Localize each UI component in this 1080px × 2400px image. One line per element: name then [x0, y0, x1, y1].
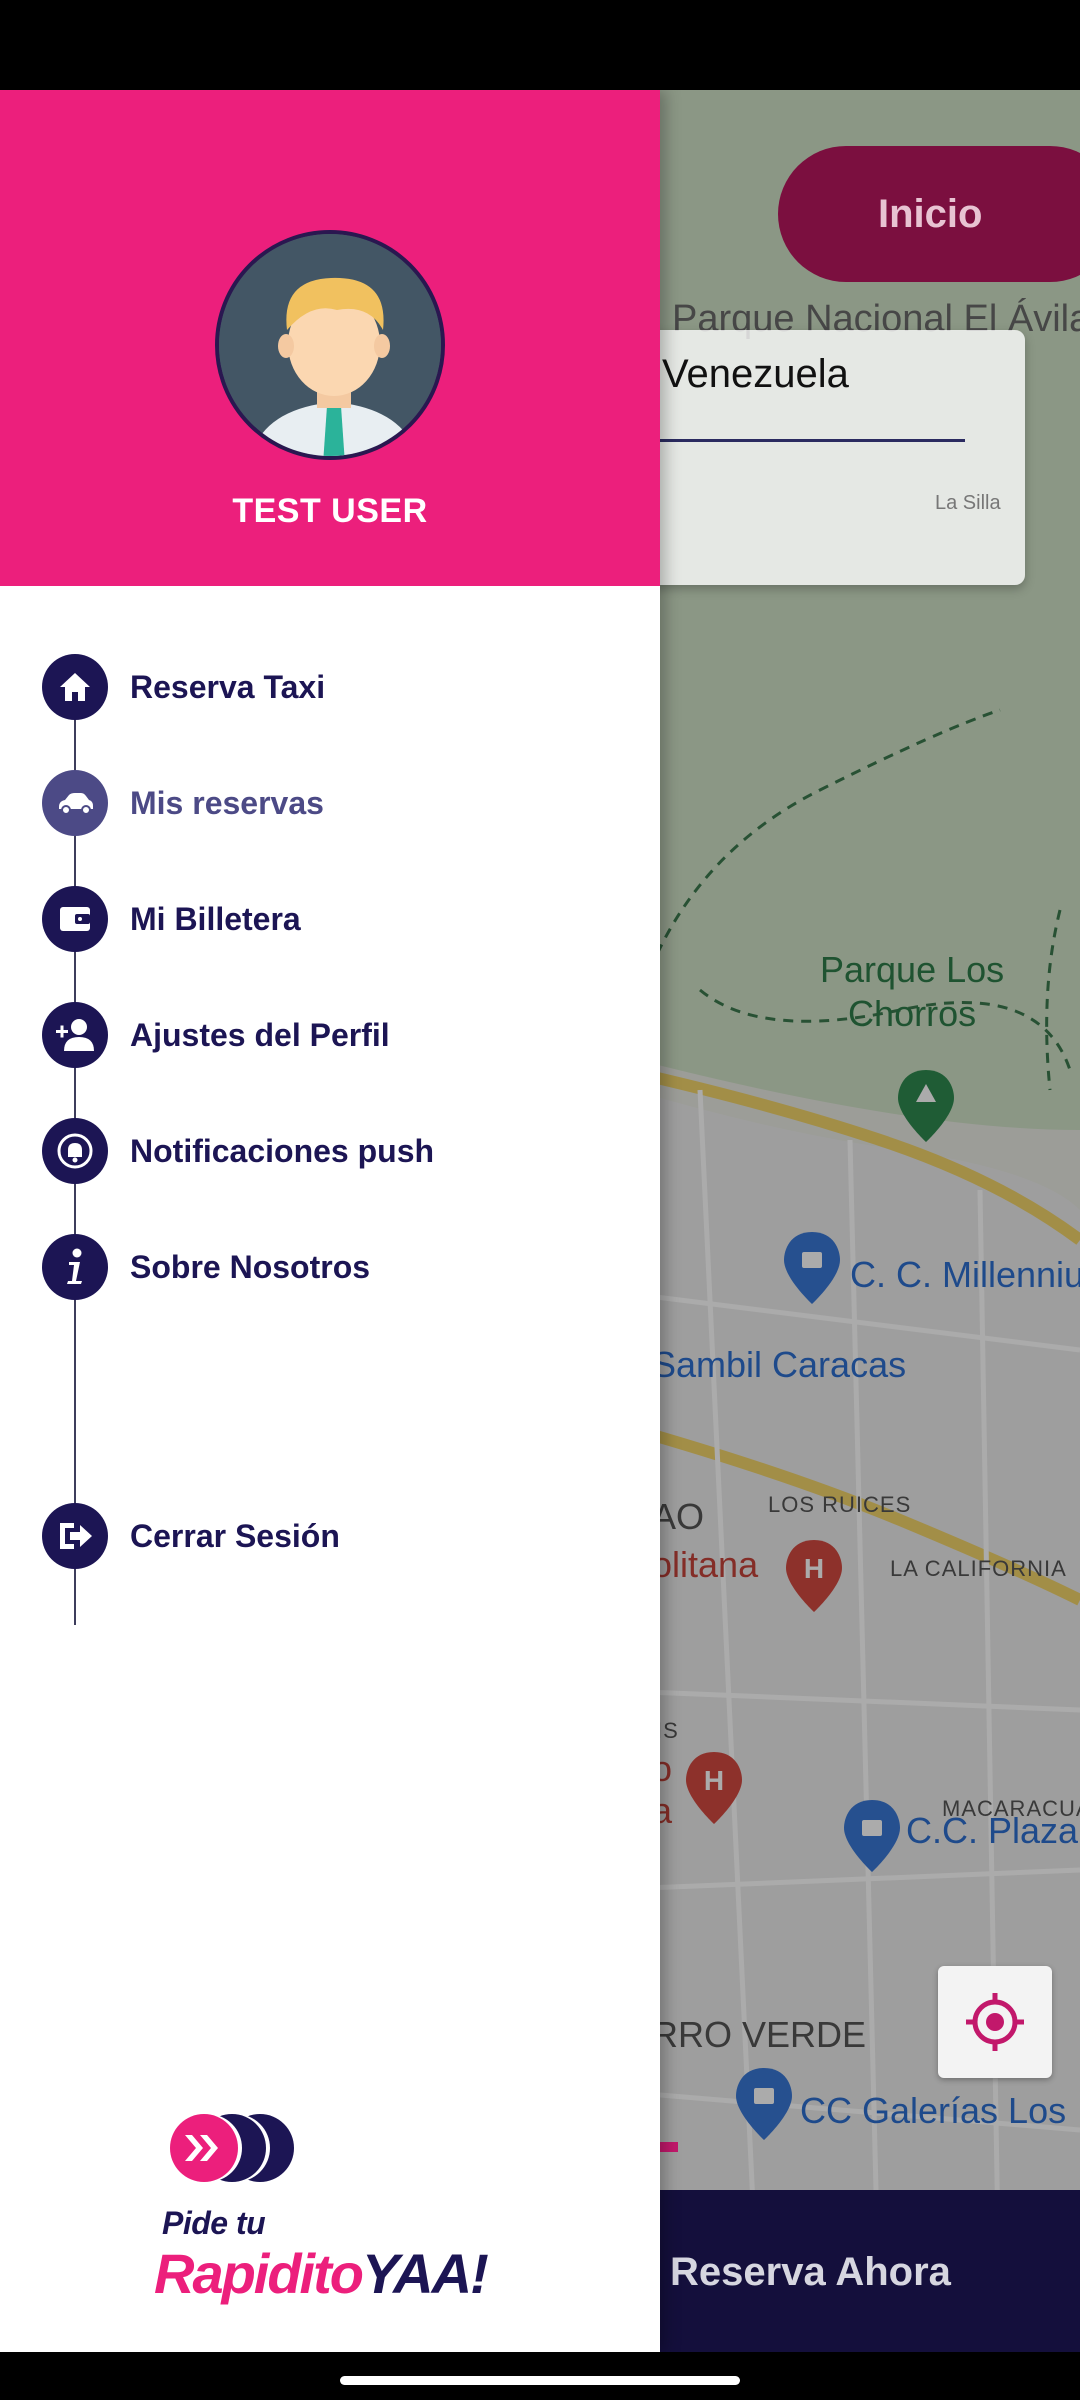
- logo-wordmark-navy: YAA!: [361, 2242, 489, 2305]
- status-bar: [0, 0, 1080, 90]
- drawer-header: TEST USER: [0, 90, 660, 586]
- menu-item-label: Reserva Taxi: [130, 668, 326, 705]
- menu-item-label: Cerrar Sesión: [130, 1517, 340, 1554]
- navigation-drawer: TEST USER Reserva Taxi Mis reservas Mi B…: [0, 90, 660, 2352]
- logo-wordmark-pink: Rapidito: [154, 2242, 364, 2305]
- user-name: TEST USER: [232, 492, 428, 530]
- menu-item-cerrar-sesion[interactable]: Cerrar Sesión: [42, 1503, 340, 1569]
- menu-item-label: Mis reservas: [130, 784, 324, 821]
- reserve-now-label: Reserva Ahora: [670, 2249, 951, 2294]
- add-user-icon: [42, 1002, 108, 1068]
- home-gesture-handle[interactable]: [340, 2376, 740, 2385]
- logo-tagline: Pide tu: [162, 2205, 266, 2241]
- logout-icon: [42, 1503, 108, 1569]
- car-icon: [42, 770, 108, 836]
- logo-chevrons-icon: [170, 2114, 294, 2182]
- home-icon: [42, 654, 108, 720]
- inicio-button[interactable]: Inicio: [778, 146, 1080, 282]
- search-input[interactable]: Venezuela: [662, 352, 849, 397]
- search-hint: La Silla: [935, 492, 1001, 514]
- wallet-icon: [42, 886, 108, 952]
- menu-item-label: Mi Billetera: [130, 900, 301, 937]
- my-location-button[interactable]: [938, 1966, 1052, 2078]
- menu-item-mi-billetera[interactable]: Mi Billetera: [42, 886, 301, 952]
- user-avatar-icon: [219, 234, 441, 456]
- info-icon: [42, 1234, 108, 1300]
- avatar[interactable]: [215, 230, 445, 460]
- brand-logo: Pide tu RapiditoYAA!: [150, 2107, 520, 2307]
- menu-item-reserva-taxi[interactable]: Reserva Taxi: [42, 654, 325, 720]
- crosshair-icon: [966, 1993, 1024, 2051]
- menu-item-notificaciones[interactable]: Notificaciones push: [42, 1118, 434, 1184]
- menu-item-label: Notificaciones push: [130, 1132, 435, 1169]
- menu-item-label: Ajustes del Perfil: [130, 1016, 390, 1053]
- logo-wordmark: RapiditoYAA!: [154, 2241, 489, 2306]
- bell-icon: [42, 1118, 108, 1184]
- menu-item-mis-reservas[interactable]: Mis reservas: [42, 770, 324, 836]
- menu-item-sobre-nosotros[interactable]: Sobre Nosotros: [42, 1234, 370, 1300]
- menu-item-label: Sobre Nosotros: [130, 1248, 371, 1285]
- menu-item-ajustes-perfil[interactable]: Ajustes del Perfil: [42, 1002, 390, 1068]
